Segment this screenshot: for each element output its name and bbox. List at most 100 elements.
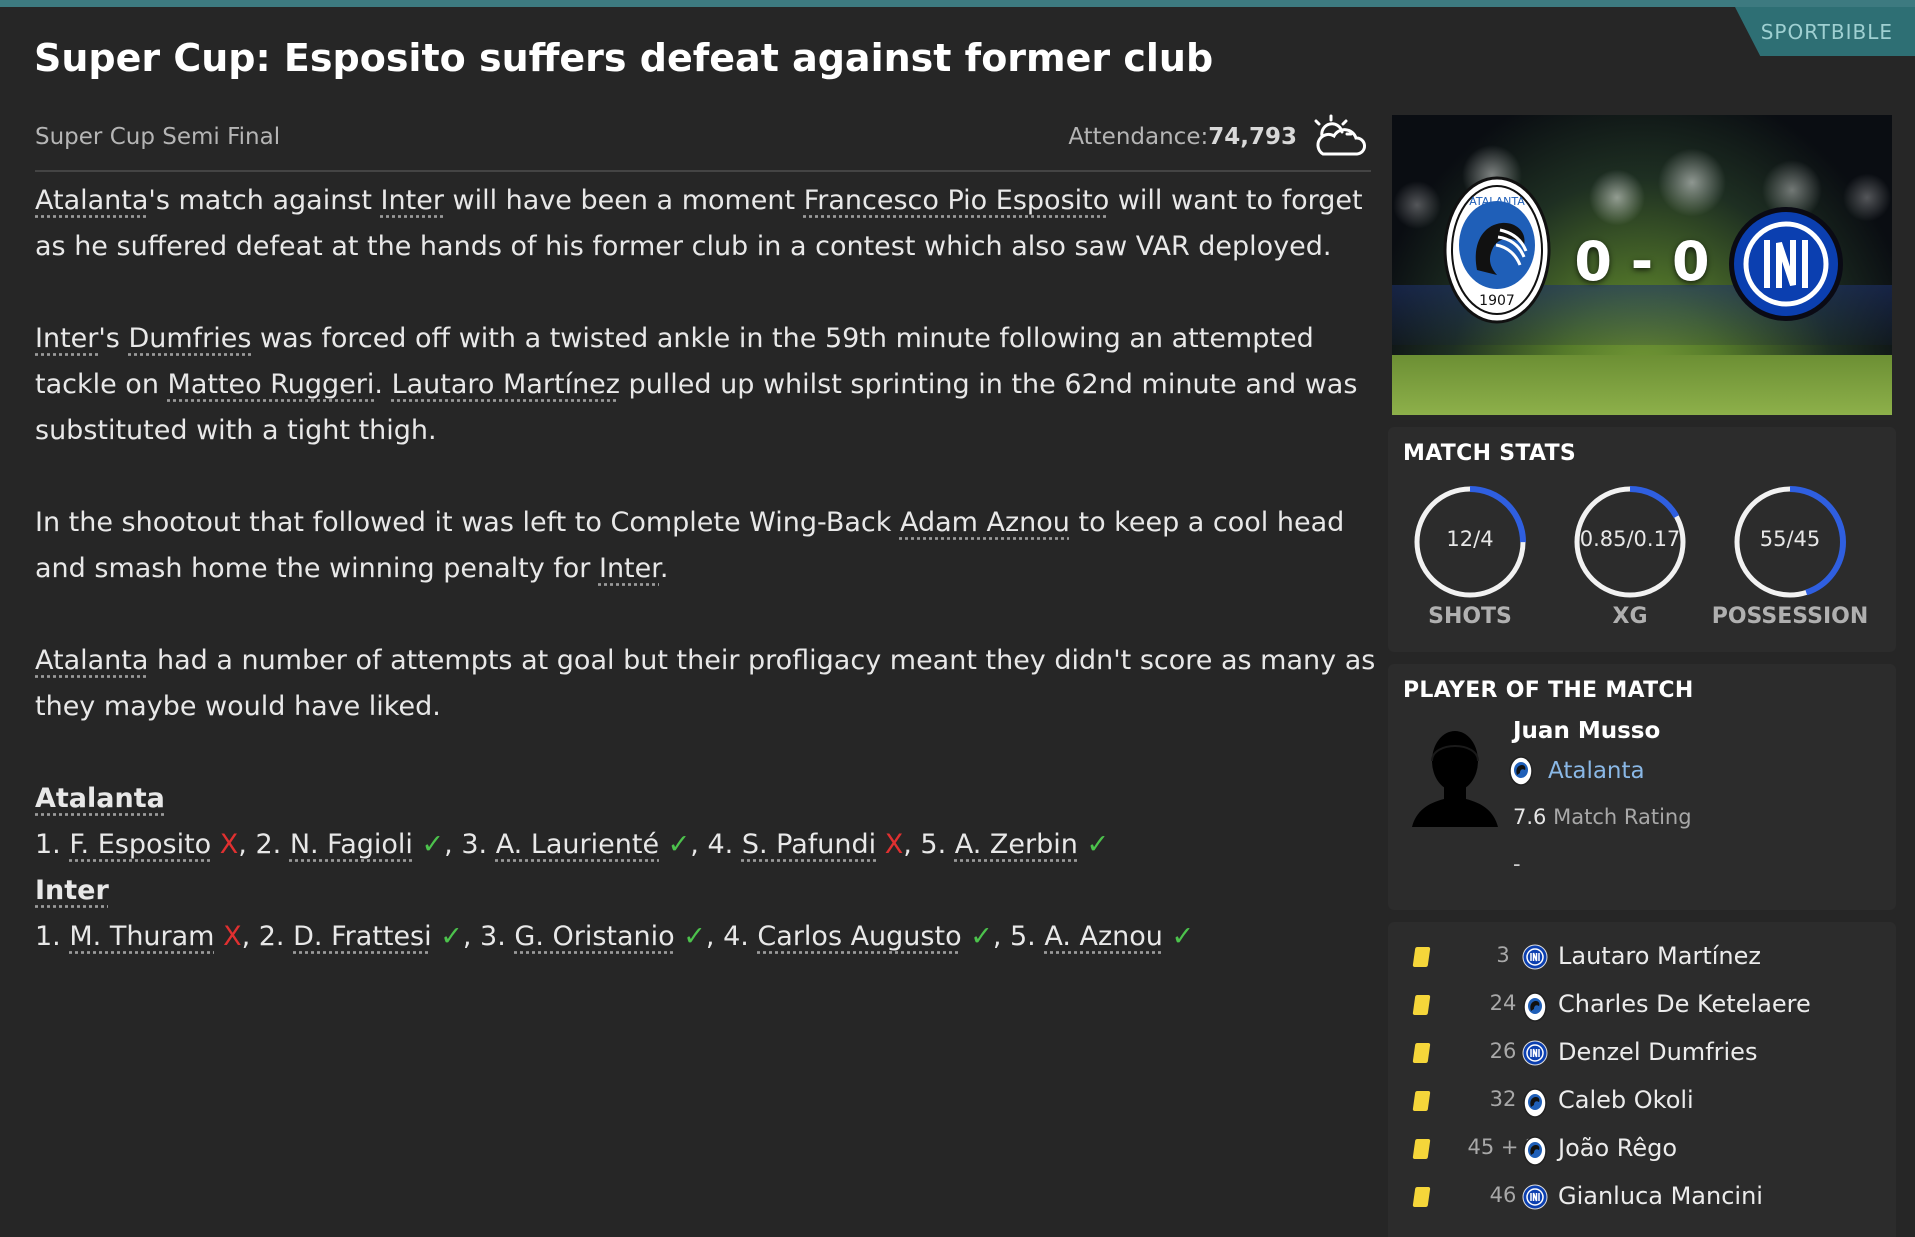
yellow-card-icon xyxy=(1412,1187,1431,1207)
booking-player[interactable]: Charles De Ketelaere xyxy=(1558,990,1811,1018)
match-info-bar: Super Cup Semi Final Attendance:74,793 xyxy=(35,114,1371,172)
booking-player[interactable]: João Rêgo xyxy=(1558,1134,1677,1162)
booking-player[interactable]: Caleb Okoli xyxy=(1558,1086,1694,1114)
player-link[interactable]: Dumfries xyxy=(128,323,251,354)
shootout-away-team[interactable]: Inter xyxy=(35,868,1380,914)
text: 's match against xyxy=(148,185,381,216)
booking-player[interactable]: Gianluca Mancini xyxy=(1558,1182,1763,1210)
booking-row[interactable]: 24 Charles De Ketelaere xyxy=(1388,982,1896,1030)
kick-number: 5. xyxy=(920,829,947,860)
atalanta-crest-text: ATALANTA xyxy=(1469,195,1525,208)
kick-taker-link[interactable]: A. Zerbin xyxy=(955,829,1078,860)
player-of-the-match-panel: PLAYER OF THE MATCH Juan Musso Atalanta … xyxy=(1388,664,1896,910)
shootout-away: Inter 1. M. Thuram X, 2. D. Frattesi ✓, … xyxy=(35,868,1380,960)
pitch xyxy=(1392,355,1892,415)
text: . xyxy=(374,369,392,400)
scored-penalty-icon: ✓ xyxy=(1086,829,1110,860)
paragraph-3: In the shootout that followed it was lef… xyxy=(35,500,1380,592)
kick-taker-link[interactable]: A. Aznou xyxy=(1044,921,1163,952)
team-link[interactable]: Inter xyxy=(599,553,660,584)
potm-extra: - xyxy=(1513,852,1521,876)
club-badge xyxy=(1522,1088,1548,1122)
kick-number: 2. xyxy=(258,921,285,952)
atalanta-badge-icon xyxy=(1509,756,1533,786)
headline: Super Cup: Esposito suffers defeat again… xyxy=(34,36,1214,80)
booking-row[interactable]: 26 Denzel Dumfries xyxy=(1388,1030,1896,1078)
kick-number: 1. xyxy=(35,829,61,860)
player-link[interactable]: Matteo Ruggeri xyxy=(168,369,375,400)
club-badge xyxy=(1522,1136,1548,1170)
stat-possession: 55/45 POSSESSION xyxy=(1710,484,1870,644)
brand-tab: SPORTBIBLE xyxy=(1735,7,1915,56)
kick-number: 2. xyxy=(255,829,282,860)
paragraph-4: Atalanta had a number of attempts at goa… xyxy=(35,638,1380,730)
stat-label: POSSESSION xyxy=(1711,604,1869,629)
potm-player-name[interactable]: Juan Musso xyxy=(1513,718,1660,744)
club-badge xyxy=(1522,1184,1548,1214)
kick-number: 3. xyxy=(480,921,506,952)
team-link[interactable]: Atalanta xyxy=(35,185,148,216)
kick-number: 5. xyxy=(1010,921,1036,952)
inter-crest-icon xyxy=(1729,207,1843,321)
shootout-home-kicks: 1. F. Esposito X, 2. N. Fagioli ✓, 3. A.… xyxy=(35,822,1380,868)
player-link[interactable]: Francesco Pio Esposito xyxy=(804,185,1110,216)
kick-taker-link[interactable]: G. Oristanio xyxy=(514,921,674,952)
team-link[interactable]: Inter xyxy=(35,323,98,354)
shootout-home-team[interactable]: Atalanta xyxy=(35,776,1380,822)
top-accent-bar xyxy=(0,0,1915,7)
yellow-card-icon xyxy=(1412,1091,1431,1111)
player-silhouette-icon xyxy=(1412,731,1498,827)
scored-penalty-icon: ✓ xyxy=(683,921,706,952)
cloudy-sun-icon xyxy=(1314,114,1366,156)
paragraph-2: Inter's Dumfries was forced off with a t… xyxy=(35,316,1380,454)
atalanta-crest-year: 1907 xyxy=(1479,293,1515,309)
kick-taker-link[interactable]: Carlos Augusto xyxy=(757,921,961,952)
stat-shots: 12/4 SHOTS xyxy=(1390,484,1550,644)
kick-number: 3. xyxy=(461,829,488,860)
team-link[interactable]: Atalanta xyxy=(35,645,148,676)
bookings-panel: 3 Lautaro Martínez 24 Charles De Ketelae… xyxy=(1388,922,1896,1237)
kick-separator: , xyxy=(690,829,708,860)
scored-penalty-icon: ✓ xyxy=(1171,921,1195,952)
kick-taker-link[interactable]: M. Thuram xyxy=(69,921,214,952)
club-badge xyxy=(1522,1040,1548,1070)
attendance-label: Attendance: xyxy=(1068,124,1209,150)
text: In the shootout that followed it was lef… xyxy=(35,507,900,538)
booking-player[interactable]: Lautaro Martínez xyxy=(1558,942,1761,970)
inter-badge-icon xyxy=(1522,1184,1548,1210)
player-link[interactable]: Adam Aznou xyxy=(900,507,1070,538)
text: . xyxy=(659,553,669,584)
match-stats-title: MATCH STATS xyxy=(1403,441,1577,466)
stat-label: XG xyxy=(1612,604,1648,629)
booking-row[interactable]: 45 + 2 João Rêgo xyxy=(1388,1126,1896,1174)
stat-value: 0.85/0.17 xyxy=(1579,527,1681,551)
scored-penalty-icon: ✓ xyxy=(440,921,463,952)
booking-row[interactable]: 3 Lautaro Martínez xyxy=(1388,934,1896,982)
kick-taker-link[interactable]: S. Pafundi xyxy=(742,829,876,860)
kick-separator: , xyxy=(444,829,462,860)
text: will have been a moment xyxy=(443,185,804,216)
yellow-card-icon xyxy=(1412,1043,1431,1063)
kick-taker-link[interactable]: D. Frattesi xyxy=(293,921,432,952)
yellow-card-icon xyxy=(1412,995,1431,1015)
inter-badge-icon xyxy=(1522,1040,1548,1066)
player-link[interactable]: Lautaro Martínez xyxy=(392,369,620,400)
potm-rating-label: Match Rating xyxy=(1553,805,1692,829)
kick-taker-link[interactable]: A. Laurienté xyxy=(496,829,659,860)
missed-penalty-icon: X xyxy=(219,829,239,860)
booking-player[interactable]: Denzel Dumfries xyxy=(1558,1038,1757,1066)
atalanta-badge-icon xyxy=(1523,1088,1547,1118)
potm-rating-value: 7.6 xyxy=(1513,805,1547,829)
shootout-away-kicks: 1. M. Thuram X, 2. D. Frattesi ✓, 3. G. … xyxy=(35,914,1380,960)
kick-separator: , xyxy=(238,829,256,860)
text: had a number of attempts at goal but the… xyxy=(35,645,1376,722)
kick-taker-link[interactable]: N. Fagioli xyxy=(290,829,413,860)
potm-club[interactable]: Atalanta xyxy=(1506,756,1645,786)
team-link[interactable]: Inter xyxy=(381,185,444,216)
kick-separator: , xyxy=(241,921,259,952)
kick-taker-link[interactable]: F. Esposito xyxy=(69,829,211,860)
booking-row[interactable]: 32 Caleb Okoli xyxy=(1388,1078,1896,1126)
match-hero-image: ATALANTA 1907 0 - 0 xyxy=(1392,115,1892,415)
brand-label: SPORTBIBLE xyxy=(1760,19,1893,44)
booking-row[interactable]: 46 Gianluca Mancini xyxy=(1388,1174,1896,1222)
